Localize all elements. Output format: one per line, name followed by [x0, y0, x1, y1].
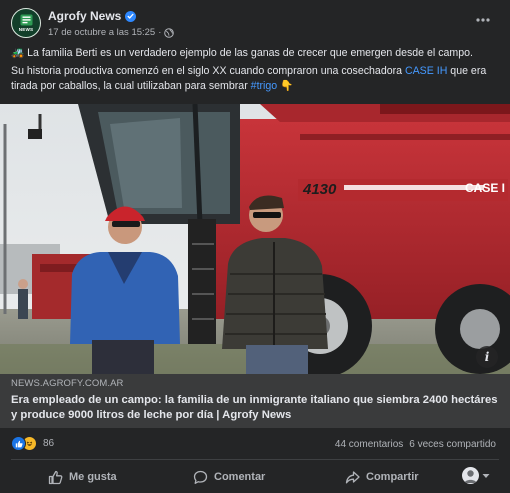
- like-label: Me gusta: [69, 471, 117, 483]
- post-header: NEWS Agrofy News 17 de octubre a las 15:…: [0, 0, 510, 44]
- hashtag-trigo-link[interactable]: #trigo: [251, 80, 278, 92]
- shares-count-link[interactable]: 6 veces compartido: [409, 439, 496, 450]
- comment-icon: [193, 470, 208, 484]
- profile-avatar: [462, 467, 479, 484]
- post-text: 🚜 La familia Berti es un verdadero ejemp…: [0, 46, 510, 93]
- paragraph-1-text: La familia Berti es un verdadero ejemplo…: [27, 47, 473, 59]
- thumbs-up-icon: [48, 470, 63, 484]
- case-ih-link[interactable]: CASE IH: [405, 65, 447, 77]
- post-photo[interactable]: 4130 CASE I i: [0, 104, 510, 374]
- logo-icon: [20, 14, 32, 26]
- reaction-count: 86: [43, 438, 55, 449]
- post-meta: 17 de octubre a las 15:25 ·: [48, 27, 175, 38]
- meta-separator: ·: [158, 27, 162, 38]
- post-stats: 86 44 comentarios 6 veces compartido: [0, 432, 510, 454]
- chevron-down-icon: [482, 473, 490, 478]
- link-domain: NEWS.AGROFY.COM.AR: [11, 378, 124, 389]
- post-timestamp[interactable]: 17 de octubre a las 15:25: [48, 27, 155, 38]
- react-as-selector[interactable]: [462, 467, 490, 484]
- comment-button[interactable]: Comentar: [193, 463, 265, 491]
- page-avatar[interactable]: NEWS: [11, 8, 41, 38]
- comment-label: Comentar: [214, 471, 266, 483]
- share-label: Compartir: [366, 471, 419, 483]
- pointing-down-emoji: 👇: [280, 79, 294, 92]
- info-icon[interactable]: i: [476, 346, 498, 368]
- globe-icon[interactable]: [164, 27, 175, 38]
- link-preview[interactable]: NEWS.AGROFY.COM.AR Era empleado de un ca…: [0, 374, 510, 428]
- post-card: NEWS Agrofy News 17 de octubre a las 15:…: [0, 0, 510, 493]
- share-button[interactable]: Compartir: [345, 463, 419, 491]
- model-number-text: 4130: [302, 181, 337, 198]
- page-name-link[interactable]: Agrofy News: [48, 9, 121, 23]
- reactions-summary[interactable]: 86: [11, 436, 54, 451]
- actions-divider: [11, 459, 499, 460]
- engagement-counts: 44 comentarios 6 veces compartido: [335, 439, 496, 450]
- post-paragraph-1: 🚜 La familia Berti es un verdadero ejemp…: [11, 46, 499, 61]
- more-options-icon[interactable]: [474, 13, 492, 27]
- page-name-row: Agrofy News: [48, 9, 137, 23]
- like-reaction-icon: [11, 436, 26, 451]
- verified-badge-icon: [125, 10, 137, 22]
- like-button[interactable]: Me gusta: [48, 463, 117, 491]
- action-bar: Me gusta Comentar Compartir: [0, 463, 510, 491]
- paragraph-2-text-start: Su historia productiva comenzó en el sig…: [11, 64, 405, 77]
- share-arrow-icon: [345, 470, 360, 483]
- brand-text: CASE I: [465, 181, 505, 195]
- link-title[interactable]: Era empleado de un campo: la familia de …: [11, 393, 499, 422]
- comments-count-link[interactable]: 44 comentarios: [335, 439, 403, 450]
- harvester-photo-image: 4130 CASE I: [0, 104, 510, 374]
- tractor-emoji: 🚜: [11, 47, 25, 59]
- avatar-label: NEWS: [18, 27, 34, 32]
- post-paragraph-2: Su historia productiva comenzó en el sig…: [11, 64, 499, 94]
